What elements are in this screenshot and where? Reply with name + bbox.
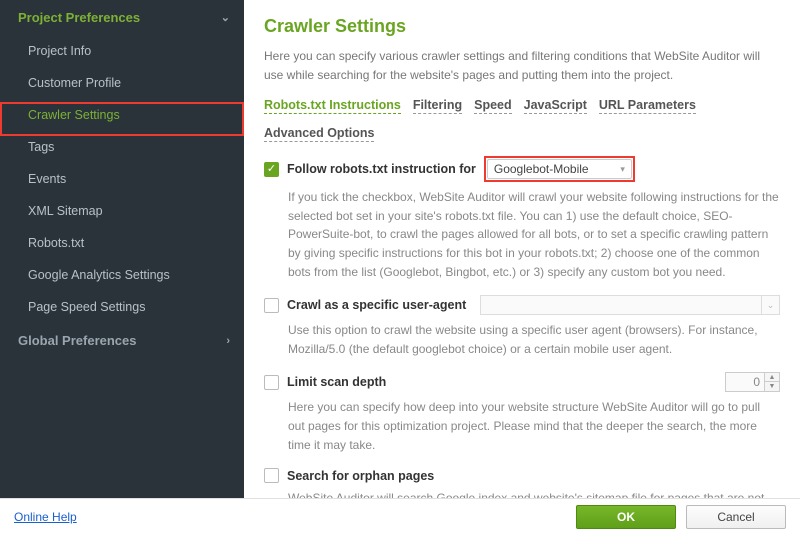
chevron-right-icon: › [226, 335, 230, 347]
tab-filtering[interactable]: Filtering [413, 98, 462, 114]
depth-stepper: ▲ ▼ [765, 372, 780, 392]
sidebar-item-google-analytics[interactable]: Google Analytics Settings [0, 259, 244, 291]
select-highlight: Googlebot-Mobile ▾ [484, 156, 635, 182]
sidebar-item-tags[interactable]: Tags [0, 131, 244, 163]
sidebar-item-robots-txt[interactable]: Robots.txt [0, 227, 244, 259]
sidebar-item-events[interactable]: Events [0, 163, 244, 195]
label-limit-depth: Limit scan depth [287, 375, 386, 389]
label-follow-robots: Follow robots.txt instruction for [287, 162, 476, 176]
select-bot-value: Googlebot-Mobile [494, 162, 589, 176]
dialog-footer: Online Help OK Cancel [0, 498, 800, 535]
desc-follow-robots: If you tick the checkbox, WebSite Audito… [264, 188, 780, 281]
input-user-agent[interactable]: ⌄ [480, 295, 780, 315]
desc-orphan-pages: WebSite Auditor will search Google index… [264, 489, 780, 498]
settings-tabs: Robots.txt Instructions Filtering Speed … [264, 98, 780, 142]
sidebar-item-customer-profile[interactable]: Customer Profile [0, 67, 244, 99]
sidebar-section-title: Project Preferences [18, 10, 140, 25]
sidebar-item-xml-sitemap[interactable]: XML Sitemap [0, 195, 244, 227]
ok-button[interactable]: OK [576, 505, 676, 529]
label-orphan-pages: Search for orphan pages [287, 469, 434, 483]
chevron-down-icon: ▾ [620, 164, 625, 175]
option-user-agent: Crawl as a specific user-agent ⌄ Use thi… [264, 295, 780, 358]
select-bot[interactable]: Googlebot-Mobile ▾ [487, 159, 632, 179]
checkbox-orphan-pages[interactable] [264, 468, 279, 483]
checkbox-limit-depth[interactable] [264, 375, 279, 390]
tab-javascript[interactable]: JavaScript [524, 98, 587, 114]
chevron-down-icon: ⌄ [221, 11, 230, 24]
option-limit-depth: Limit scan depth ▲ ▼ Here you can specif… [264, 372, 780, 454]
sidebar-item-crawler-settings[interactable]: Crawler Settings [0, 99, 244, 131]
tab-robots-instructions[interactable]: Robots.txt Instructions [264, 98, 401, 114]
desc-user-agent: Use this option to crawl the website usi… [264, 321, 780, 358]
main-panel: Crawler Settings Here you can specify va… [244, 0, 800, 498]
online-help-link[interactable]: Online Help [14, 510, 77, 524]
input-scan-depth[interactable] [725, 372, 765, 392]
tab-url-parameters[interactable]: URL Parameters [599, 98, 696, 114]
page-intro: Here you can specify various crawler set… [264, 47, 780, 84]
label-user-agent: Crawl as a specific user-agent [287, 298, 466, 312]
stepper-down-icon[interactable]: ▼ [765, 382, 779, 391]
sidebar-section-global-preferences[interactable]: Global Preferences › [0, 323, 244, 358]
checkbox-follow-robots[interactable]: ✓ [264, 162, 279, 177]
sidebar-section-project-preferences[interactable]: Project Preferences ⌄ [0, 0, 244, 35]
cancel-button[interactable]: Cancel [686, 505, 786, 529]
page-title: Crawler Settings [264, 16, 780, 37]
option-orphan-pages: Search for orphan pages WebSite Auditor … [264, 468, 780, 498]
desc-limit-depth: Here you can specify how deep into your … [264, 398, 780, 454]
sidebar-section-title: Global Preferences [18, 333, 137, 348]
sidebar-item-project-info[interactable]: Project Info [0, 35, 244, 67]
sidebar: Project Preferences ⌄ Project Info Custo… [0, 0, 244, 498]
tab-speed[interactable]: Speed [474, 98, 512, 114]
chevron-down-icon[interactable]: ⌄ [761, 296, 779, 314]
sidebar-item-page-speed[interactable]: Page Speed Settings [0, 291, 244, 323]
option-follow-robots: ✓ Follow robots.txt instruction for Goog… [264, 156, 780, 281]
tab-advanced-options[interactable]: Advanced Options [264, 126, 374, 142]
checkbox-user-agent[interactable] [264, 298, 279, 313]
sidebar-nav: Project Info Customer Profile Crawler Se… [0, 35, 244, 323]
stepper-up-icon[interactable]: ▲ [765, 373, 779, 382]
